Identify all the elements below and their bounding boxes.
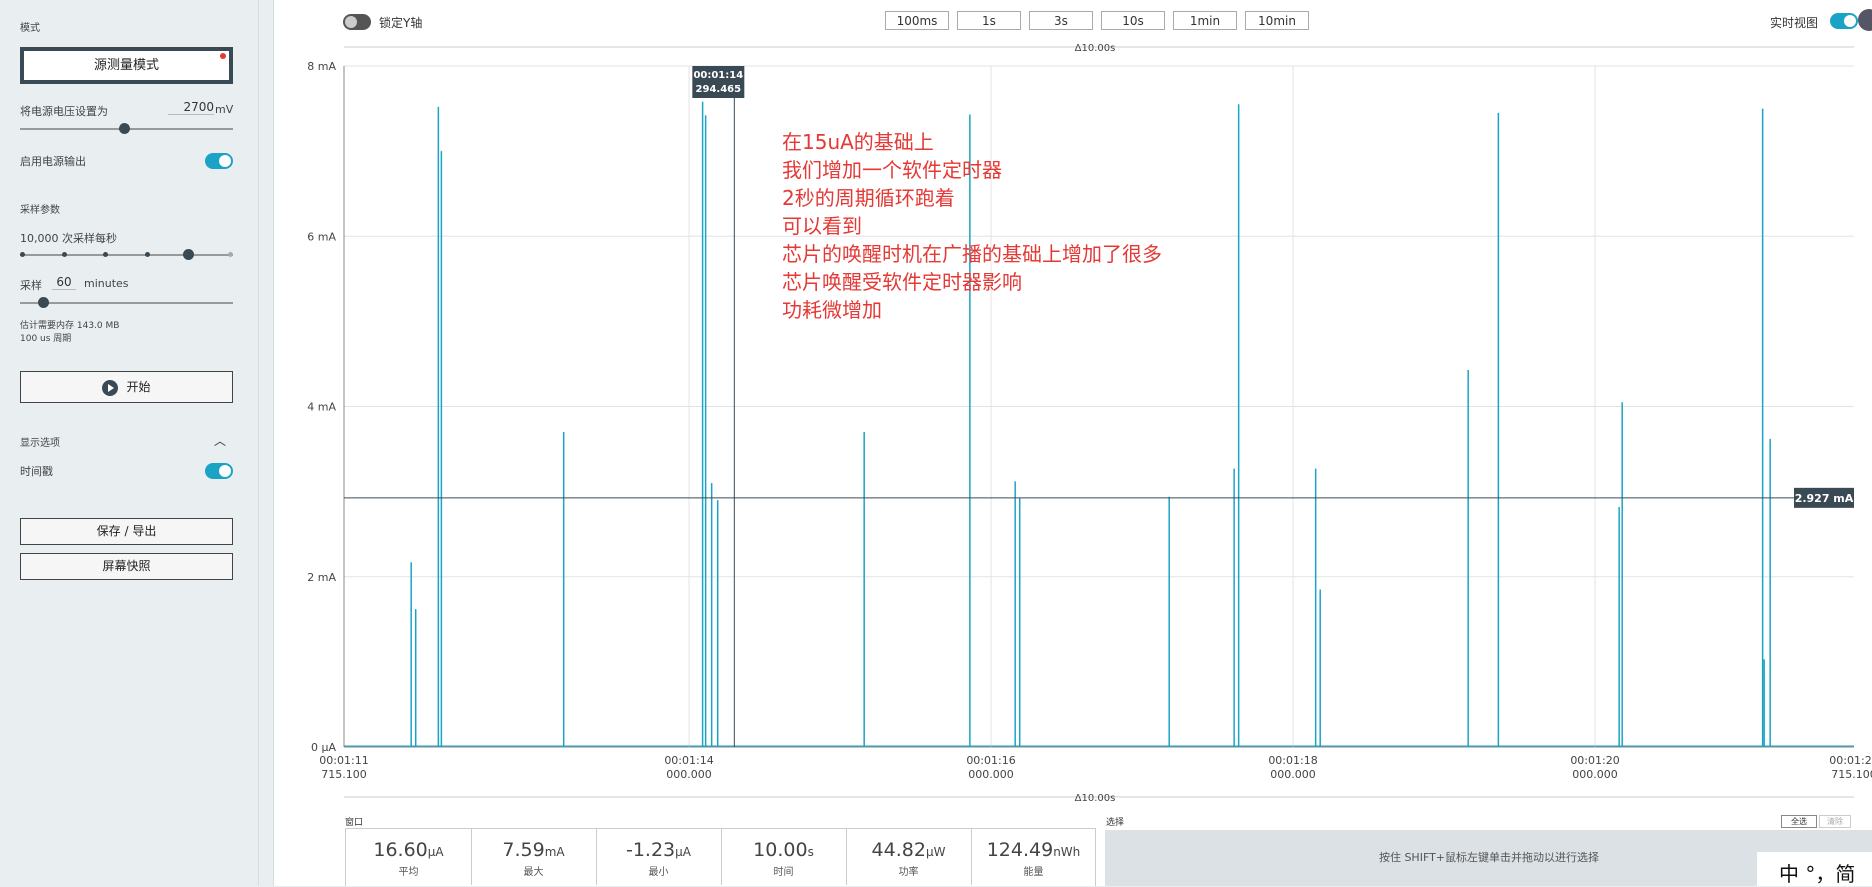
sample-rate-slider-knob[interactable] — [183, 249, 195, 260]
power-output-toggle[interactable] — [205, 153, 233, 169]
y-tick-label: 4 mA — [307, 401, 336, 414]
stat-average-value: 16.60 — [373, 839, 428, 861]
x-tick-ms: 000.000 — [1270, 768, 1316, 781]
stat-power-value: 44.82 — [871, 839, 926, 861]
stat-time: 10.00s 时间 — [721, 829, 847, 885]
stat-max: 7.59mA 最大 — [471, 829, 597, 885]
average-badge-label: 2.927 mA — [1795, 492, 1854, 505]
cursor-time-label: 00:01:14 — [693, 70, 743, 81]
selection-label: 选择 — [1106, 818, 1125, 828]
sample-rate-step[interactable] — [228, 252, 233, 257]
select-all-button[interactable]: 全选 — [1781, 815, 1817, 828]
screenshot-button[interactable]: 屏幕快照 — [20, 553, 233, 580]
voltage-input[interactable]: 2700 — [168, 100, 214, 115]
x-tick-time: 00:01:11 — [319, 754, 368, 767]
x-tick-ms: 000.000 — [666, 768, 712, 781]
window-label: 窗口 — [345, 818, 364, 828]
stat-min-value: -1.23 — [625, 839, 676, 861]
annotation-line: 芯片唤醒受软件定时器影响 — [782, 270, 1022, 294]
notification-dot — [220, 53, 226, 59]
stat-min: -1.23μA 最小 — [596, 829, 722, 885]
timestamp-toggle[interactable] — [205, 463, 233, 479]
sample-rate-slider-track[interactable] — [20, 254, 233, 256]
power-output-label: 启用电源输出 — [20, 155, 86, 168]
stat-average: 16.60μA 平均 — [346, 829, 472, 885]
start-button-label: 开始 — [126, 380, 151, 394]
stats-row: 16.60μA 平均 7.59mA 最大 -1.23μA 最小 10.00s 时间 44… — [345, 828, 1096, 886]
annotation-line: 2秒的周期循环跑着 — [782, 186, 955, 210]
stat-power: 44.82μW 功率 — [846, 829, 972, 885]
stat-max-unit: mA — [544, 845, 565, 859]
display-heading: 显示选项 — [20, 438, 60, 449]
x-tick-ms: 000.000 — [1572, 768, 1618, 781]
annotation-line: 功耗微增加 — [782, 298, 882, 322]
duration-slider-track[interactable] — [20, 302, 233, 304]
x-tick-time: 00:01:18 — [1268, 754, 1317, 767]
stat-average-unit: μA — [427, 845, 444, 859]
x-tick-ms: 000.000 — [968, 768, 1014, 781]
stat-min-label: 最小 — [648, 867, 669, 878]
stat-energy: 124.49nWh 能量 — [971, 829, 1096, 885]
stat-max-value: 7.59 — [502, 839, 545, 861]
stat-energy-label: 能量 — [1023, 867, 1044, 878]
stat-power-label: 功率 — [898, 867, 919, 878]
save-export-button[interactable]: 保存 / 导出 — [20, 518, 233, 545]
stat-min-unit: μA — [675, 845, 691, 859]
stat-max-label: 最大 — [523, 867, 544, 878]
duration-slider-knob[interactable] — [38, 297, 49, 308]
sampling-heading: 采样参数 — [20, 205, 60, 216]
x-tick-ms: 715.100 — [1831, 768, 1872, 781]
annotation-line: 可以看到 — [782, 214, 862, 238]
current-chart[interactable]: Δ10.00s Δ10.00s 0 μA 2 mA 4 mA 6 mA 8 mA 00:01:… — [274, 0, 1872, 820]
delta-top-label: Δ10.00s — [1075, 43, 1116, 54]
voltage-unit: mV — [215, 103, 234, 116]
y-tick-label: 0 μA — [311, 741, 336, 754]
stat-time-unit: s — [807, 845, 814, 859]
period-text: 100 us 周期 — [20, 334, 72, 344]
annotation-line: 在15uA的基础上 — [782, 130, 934, 154]
annotation-line: 芯片的唤醒时机在广播的基础上增加了很多 — [782, 242, 1162, 266]
stat-power-unit: μW — [925, 845, 946, 859]
stat-average-label: 平均 — [398, 867, 419, 878]
voltage-slider-knob[interactable] — [119, 123, 130, 134]
sample-rate-step[interactable] — [20, 252, 25, 257]
play-icon — [102, 379, 119, 396]
voltage-label: 将电源电压设置为 — [20, 105, 108, 118]
stat-energy-unit: nWh — [1053, 845, 1081, 859]
sidebar: 模式 源测量模式 将电源电压设置为 2700 mV 启用电源输出 采样参数 10… — [0, 0, 259, 886]
ime-text: 中 °，简 — [1779, 862, 1856, 886]
duration-input[interactable]: 60 — [52, 275, 76, 290]
x-tick-time: 00:01:20 — [1570, 754, 1619, 767]
stat-energy-value: 124.49 — [986, 839, 1054, 861]
cursor-value-label: 294.465 — [696, 84, 742, 95]
x-tick-ms: 715.100 — [321, 768, 367, 781]
start-button[interactable]: 开始 — [20, 371, 233, 403]
timestamp-label: 时间戳 — [20, 465, 53, 478]
mode-button[interactable]: 源测量模式 — [20, 47, 233, 84]
sample-rate-label: 10,000 次采样每秒 — [20, 232, 117, 245]
stat-time-label: 时间 — [773, 867, 794, 878]
x-tick-time: 00:01:14 — [664, 754, 713, 767]
chevron-up-icon[interactable]: ︿ — [214, 432, 226, 449]
duration-prefix: 采样 — [20, 279, 42, 292]
stat-time-value: 10.00 — [753, 839, 808, 861]
memory-estimate: 估计需要内存 143.0 MB — [20, 321, 120, 331]
ime-indicator[interactable]: 中 °，简 — [1757, 852, 1872, 886]
sample-rate-step[interactable] — [61, 252, 67, 257]
mode-heading: 模式 — [20, 23, 40, 34]
delta-bottom-label: Δ10.00s — [1075, 793, 1116, 804]
y-tick-label: 2 mA — [307, 571, 336, 584]
mode-button-label: 源测量模式 — [93, 58, 159, 73]
sample-rate-step[interactable] — [144, 252, 150, 257]
annotation-line: 我们增加一个软件定时器 — [782, 158, 1002, 182]
x-tick-time: 00:01:16 — [966, 754, 1015, 767]
clear-selection-button[interactable]: 清除 — [1819, 815, 1851, 828]
y-tick-label: 6 mA — [307, 230, 336, 243]
y-tick-label: 8 mA — [307, 60, 336, 73]
sample-rate-step[interactable] — [103, 252, 109, 257]
x-tick-time: 00:01:21 — [1829, 754, 1872, 767]
duration-unit: minutes — [84, 277, 129, 290]
chart-panel: 锁定Y轴 100ms 1s 3s 10s 1min 10min 实时视图 Δ10… — [273, 0, 1872, 886]
